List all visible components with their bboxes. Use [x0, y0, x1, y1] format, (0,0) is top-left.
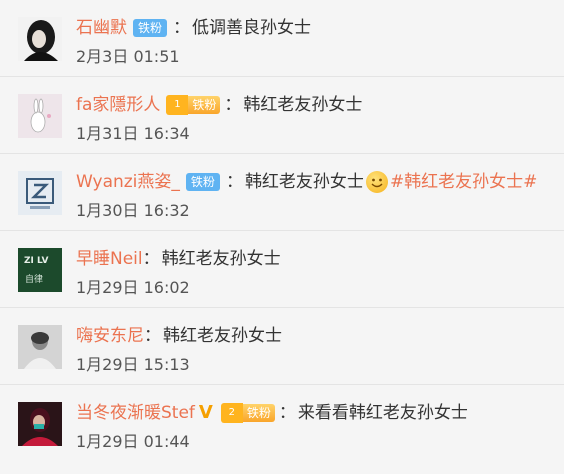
- colon: ：: [173, 18, 191, 38]
- username-link[interactable]: 石幽默: [76, 16, 127, 40]
- username-link[interactable]: fa家隱形人: [76, 93, 160, 117]
- timestamp: 1月29日 01:44: [76, 432, 190, 451]
- fan-badge: 铁粉: [188, 96, 221, 114]
- crown-icon: 2: [220, 403, 243, 423]
- comment-item: fa家隱形人 1 铁粉 ： 韩红老友孙女士 1月31日 16:34: [0, 77, 564, 154]
- avatar[interactable]: ZI LV 自律: [18, 248, 62, 292]
- avatar-text: 自律: [25, 275, 44, 285]
- fan-level-badge: 1 铁粉: [166, 95, 221, 115]
- smile-emoji-icon: [365, 171, 388, 193]
- timestamp: 2月3日 01:51: [76, 47, 180, 66]
- timestamp: 1月31日 16:34: [76, 124, 190, 143]
- username-link[interactable]: Wyanzi燕姿_: [76, 170, 180, 194]
- comment-item: Wyanzi燕姿_ 铁粉 ： 韩红老友孙女士 #韩红老友孙女士# 1月30日 1…: [0, 154, 564, 231]
- crown-icon: 1: [166, 95, 189, 115]
- username-link[interactable]: 当冬夜渐暖Stef: [76, 401, 195, 425]
- comment-item: ZI LV 自律 早睡Neil ： 韩红老友孙女士 1月29日 16:02: [0, 231, 564, 308]
- comment-item: 当冬夜渐暖Stef V 2 铁粉 ： 来看看韩红老友孙女士 1月29日 01:4…: [0, 385, 564, 471]
- comment-text: 韩红老友孙女士: [163, 326, 282, 346]
- colon: ：: [142, 249, 160, 269]
- colon: ：: [225, 172, 243, 192]
- avatar[interactable]: [18, 17, 62, 61]
- comment-item: 石幽默 铁粉 ： 低调善良孙女士 2月3日 01:51: [0, 0, 564, 77]
- fan-badge: 铁粉: [242, 404, 275, 422]
- fan-level-badge: 2 铁粉: [220, 403, 275, 423]
- avatar[interactable]: [18, 402, 62, 446]
- comment-text: 韩红老友孙女士: [243, 95, 363, 115]
- avatar[interactable]: [18, 171, 62, 215]
- colon: ：: [144, 326, 161, 346]
- verified-v-icon: V: [198, 402, 213, 423]
- fan-badge: 铁粉: [133, 19, 168, 37]
- comment-item: 嗨安东尼 ： 韩红老友孙女士 1月29日 15:13: [0, 308, 564, 385]
- username-link[interactable]: 嗨安东尼: [76, 324, 144, 348]
- timestamp: 1月29日 16:02: [76, 278, 190, 297]
- hashtag-link[interactable]: #韩红老友孙女士#: [390, 170, 538, 194]
- comment-text: 韩红老友孙女士: [161, 249, 281, 269]
- comment-list: 石幽默 铁粉 ： 低调善良孙女士 2月3日 01:51 fa家隱形人 1 铁粉 …: [0, 0, 564, 471]
- fan-badge: 铁粉: [185, 173, 220, 191]
- colon: ：: [278, 403, 296, 423]
- avatar-text: ZI LV: [24, 256, 49, 266]
- username-link[interactable]: 早睡Neil: [76, 247, 143, 271]
- timestamp: 1月30日 16:32: [76, 201, 190, 220]
- timestamp: 1月29日 15:13: [76, 355, 190, 374]
- colon: ：: [224, 95, 242, 115]
- comment-text: 低调善良孙女士: [192, 18, 312, 38]
- avatar[interactable]: [18, 94, 62, 138]
- comment-text: 来看看韩红老友孙女士: [297, 403, 468, 423]
- comment-text: 韩红老友孙女士: [244, 172, 364, 192]
- avatar[interactable]: [18, 325, 62, 369]
